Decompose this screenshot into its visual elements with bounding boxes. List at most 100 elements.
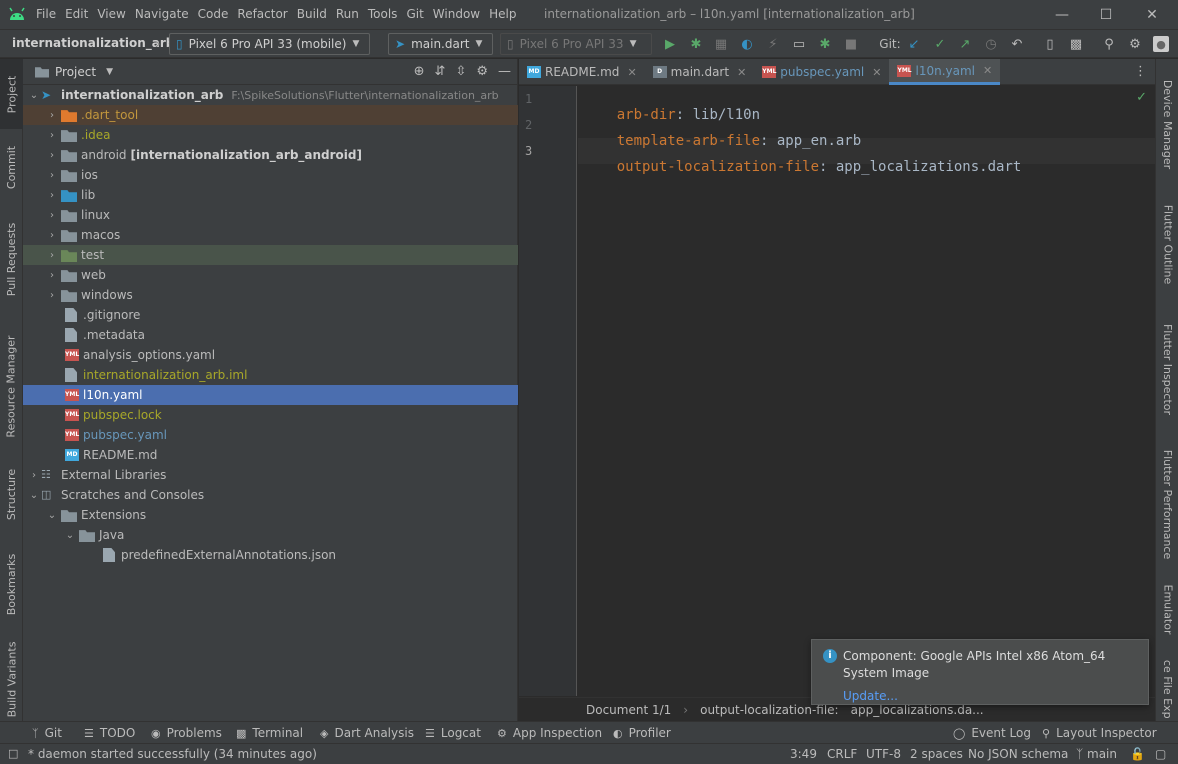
close-tab-icon[interactable]: ✕	[983, 64, 992, 77]
update-link[interactable]: Update...	[843, 689, 898, 703]
profile-icon[interactable]: ◐	[739, 36, 755, 52]
tree-item-analysis-options[interactable]: YML analysis_options.yaml	[23, 345, 518, 365]
sdk-manager-icon[interactable]: ▩	[1068, 36, 1084, 52]
project-panel-title[interactable]: Project	[55, 65, 96, 79]
chevron-right-icon[interactable]: ›	[27, 470, 41, 481]
stop-icon[interactable]: ■	[843, 36, 859, 52]
device-selector[interactable]: ▯ Pixel 6 Pro API 33 (mobile) ▼	[169, 33, 370, 55]
file-encoding[interactable]: UTF-8	[866, 747, 901, 761]
tool-tab-problems[interactable]: ◉ Problems	[151, 726, 222, 740]
close-window-button[interactable]: ✕	[1142, 5, 1162, 25]
tab-l10n-yaml[interactable]: YML l10n.yaml ✕	[889, 59, 1001, 85]
user-avatar-icon[interactable]: ●	[1153, 36, 1169, 52]
tool-tab-build-variants[interactable]: Build Variants	[0, 639, 23, 719]
tool-tab-logcat[interactable]: ☰ Logcat	[425, 726, 481, 740]
tree-item-predefined-annotations[interactable]: predefinedExternalAnnotations.json	[23, 545, 518, 565]
menu-tools[interactable]: Tools	[368, 7, 398, 21]
tool-tab-device-manager[interactable]: Device Manager	[1156, 69, 1178, 179]
tree-item-l10n-yaml-selected[interactable]: YML l10n.yaml	[23, 385, 518, 405]
maximize-button[interactable]: ☐	[1096, 5, 1116, 25]
tool-tab-flutter-outline[interactable]: Flutter Outline	[1156, 189, 1178, 299]
locate-icon[interactable]: ⊕	[414, 64, 425, 79]
chevron-down-icon[interactable]: ⌄	[27, 490, 41, 501]
tree-item-web[interactable]: › web	[23, 265, 518, 285]
line-separator[interactable]: CRLF	[827, 747, 857, 761]
tool-tab-terminal[interactable]: ▩ Terminal	[236, 726, 303, 740]
tree-item-external-libraries[interactable]: › ☷ External Libraries	[23, 465, 518, 485]
tool-tab-dart-analysis[interactable]: ◈ Dart Analysis	[320, 726, 414, 740]
minimize-button[interactable]: —	[1052, 5, 1072, 25]
menu-help[interactable]: Help	[489, 7, 516, 21]
code-editor[interactable]: arb-dir: lib/l10n template-arb-file: app…	[578, 86, 1155, 696]
lock-icon[interactable]: 🔓	[1130, 747, 1145, 761]
chevron-right-icon[interactable]: ›	[45, 150, 59, 161]
settings-gear-icon[interactable]: ⚙	[476, 64, 488, 79]
chevron-right-icon[interactable]: ›	[45, 230, 59, 241]
menu-file[interactable]: File	[36, 7, 56, 21]
tree-item-dart-tool[interactable]: › .dart_tool	[23, 105, 518, 125]
tree-item-macos[interactable]: › macos	[23, 225, 518, 245]
run-icon[interactable]: ▶	[662, 36, 678, 52]
apply-changes-icon[interactable]: ⚡	[765, 36, 781, 52]
more-tabs-icon[interactable]: ⋮	[1134, 64, 1147, 79]
chevron-right-icon[interactable]: ›	[45, 210, 59, 221]
tool-tab-layout-inspector[interactable]: ⚲ Layout Inspector	[1042, 726, 1157, 740]
tool-tab-todo[interactable]: ☰ TODO	[84, 726, 135, 740]
menu-view[interactable]: View	[97, 7, 125, 21]
collapse-all-icon[interactable]: ⇳	[455, 64, 466, 79]
expand-all-icon[interactable]: ⇵	[435, 64, 446, 79]
close-tab-icon[interactable]: ✕	[627, 66, 636, 79]
device-selector-secondary[interactable]: ▯ Pixel 6 Pro API 33 ▼	[500, 33, 652, 55]
close-tab-icon[interactable]: ✕	[872, 66, 881, 79]
menu-window[interactable]: Window	[433, 7, 480, 21]
dropdown-arrow-icon[interactable]: ▼	[106, 67, 113, 77]
json-schema[interactable]: No JSON schema	[968, 747, 1068, 761]
tool-tab-structure[interactable]: Structure	[0, 459, 23, 529]
tree-item-ios[interactable]: › ios	[23, 165, 518, 185]
tree-item-iml[interactable]: internationalization_arb.iml	[23, 365, 518, 385]
chevron-right-icon[interactable]: ›	[45, 190, 59, 201]
tree-item-test[interactable]: › test	[23, 245, 518, 265]
tree-item-metadata[interactable]: .metadata	[23, 325, 518, 345]
tree-item-android[interactable]: › android [internationalization_arb_andr…	[23, 145, 518, 165]
git-commit-icon[interactable]: ✓	[932, 36, 948, 52]
search-icon[interactable]: ⚲	[1101, 36, 1117, 52]
debug-icon[interactable]: ✱	[688, 36, 704, 52]
tree-item-idea[interactable]: › .idea	[23, 125, 518, 145]
caret-position[interactable]: 3:49	[790, 747, 817, 761]
tool-tab-device-file-explorer[interactable]: Device File Explorer	[1156, 659, 1178, 719]
coverage-icon[interactable]: ▦	[713, 36, 729, 52]
git-push-icon[interactable]: ↗	[957, 36, 973, 52]
chevron-right-icon[interactable]: ›	[45, 270, 59, 281]
toggle-tool-windows-icon[interactable]: □	[8, 747, 18, 760]
chevron-right-icon[interactable]: ›	[45, 130, 59, 141]
device-manager-icon[interactable]: ▯	[1042, 36, 1058, 52]
hide-panel-icon[interactable]: —	[498, 64, 511, 79]
tool-tab-emulator[interactable]: Emulator	[1156, 574, 1178, 644]
close-tab-icon[interactable]: ✕	[737, 66, 746, 79]
indent-setting[interactable]: 2 spaces	[910, 747, 963, 761]
apply-code-changes-icon[interactable]: ▭	[791, 36, 807, 52]
tool-tab-pull-requests[interactable]: Pull Requests	[0, 209, 23, 309]
tool-tab-git[interactable]: ᛉ Git	[32, 726, 62, 740]
tree-item-scratches[interactable]: ⌄ ◫ Scratches and Consoles	[23, 485, 518, 505]
tool-tab-bookmarks[interactable]: Bookmarks	[0, 544, 23, 624]
tool-tab-project[interactable]: Project	[0, 59, 23, 129]
menu-code[interactable]: Code	[198, 7, 229, 21]
tool-tab-commit[interactable]: Commit	[0, 137, 23, 197]
menu-build[interactable]: Build	[297, 7, 327, 21]
menu-git[interactable]: Git	[406, 7, 423, 21]
run-config-selector[interactable]: ➤ main.dart ▼	[388, 33, 493, 55]
chevron-down-icon[interactable]: ⌄	[63, 530, 77, 541]
menu-run[interactable]: Run	[336, 7, 359, 21]
tree-item-windows[interactable]: › windows	[23, 285, 518, 305]
git-branch[interactable]: ᛉ main	[1076, 747, 1117, 761]
history-icon[interactable]: ◷	[983, 36, 999, 52]
tree-item-pubspec-lock[interactable]: YML pubspec.lock	[23, 405, 518, 425]
chevron-right-icon[interactable]: ›	[45, 110, 59, 121]
tree-item-lib[interactable]: › lib	[23, 185, 518, 205]
tool-tab-resource-manager[interactable]: Resource Manager	[0, 321, 23, 451]
memory-indicator-icon[interactable]: ▢	[1155, 747, 1166, 761]
attach-debugger-icon[interactable]: ✱	[817, 36, 833, 52]
menu-edit[interactable]: Edit	[65, 7, 88, 21]
